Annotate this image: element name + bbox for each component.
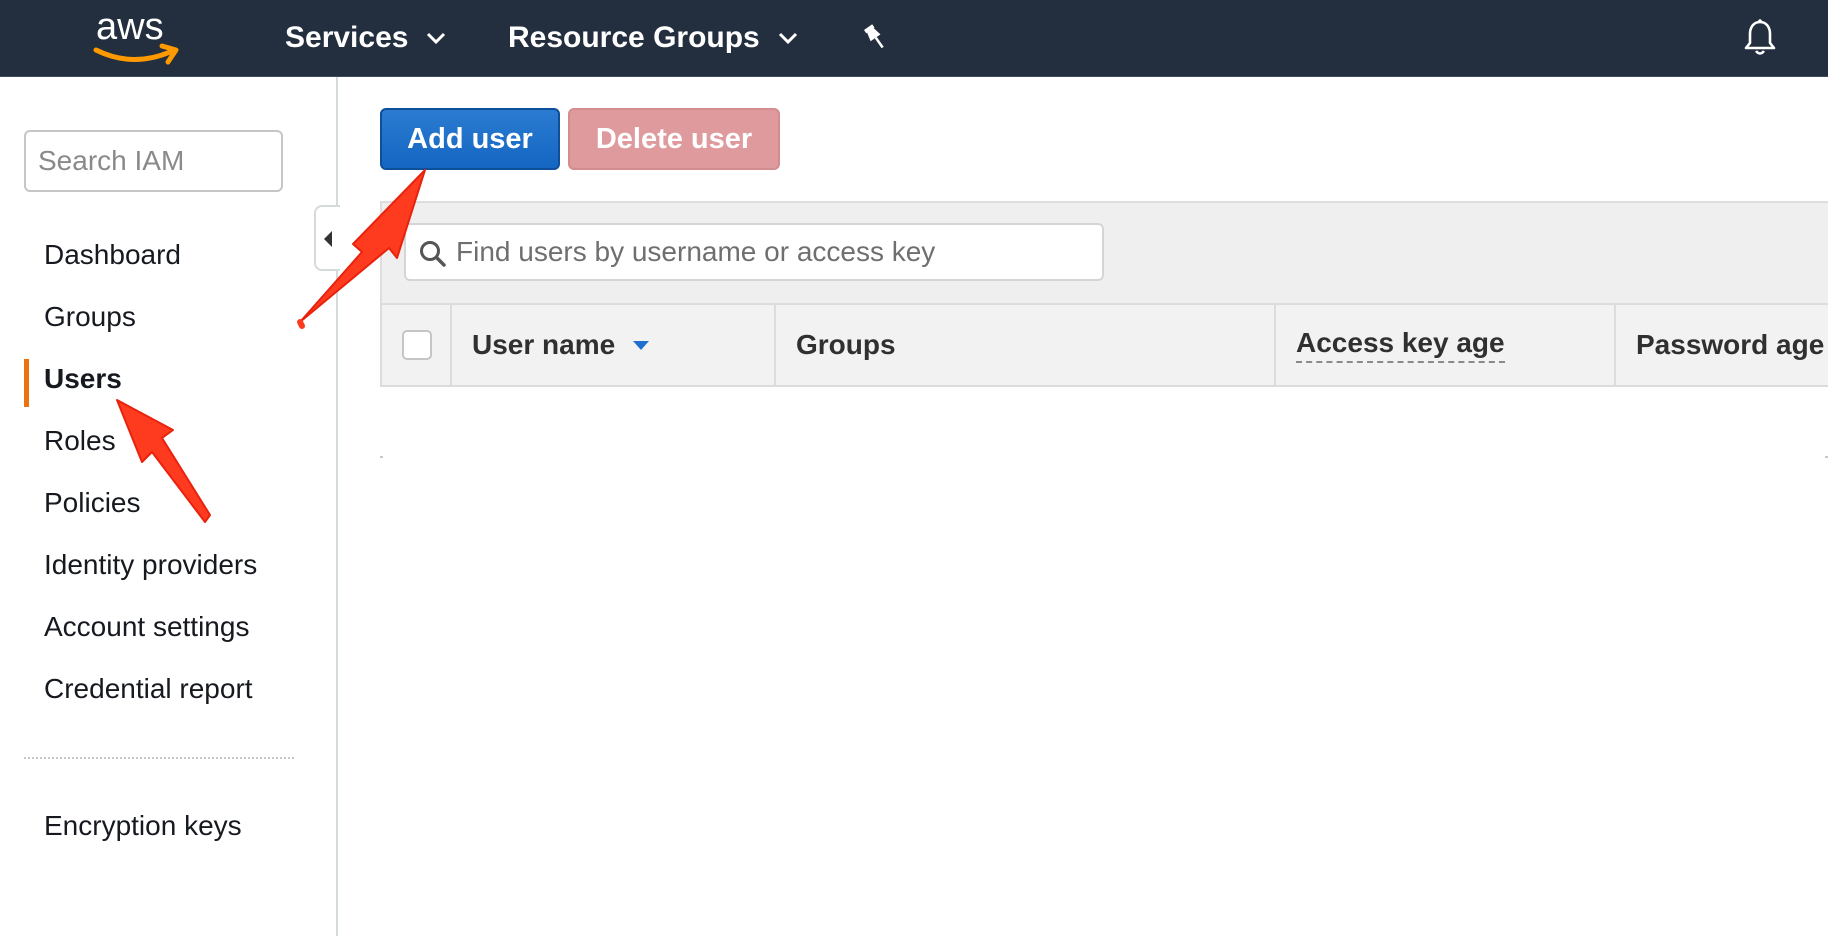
chevron-down-icon (427, 32, 446, 44)
sort-descending-icon (633, 341, 650, 350)
resource-groups-label: Resource Groups (508, 21, 760, 54)
active-item-indicator (24, 359, 29, 407)
table-bottom-edge (380, 456, 383, 458)
resource-groups-menu[interactable]: Resource Groups (508, 16, 798, 60)
add-user-button[interactable]: Add user (380, 108, 560, 170)
aws-logo[interactable]: aws (92, 6, 182, 66)
delete-user-button[interactable]: Delete user (568, 108, 780, 170)
sidebar-item-groups[interactable]: Groups (44, 301, 136, 333)
collapse-sidebar-button[interactable] (314, 205, 340, 271)
sidebar-divider (24, 757, 294, 759)
find-users-box[interactable] (404, 223, 1104, 281)
column-label-user-name: User name (472, 329, 616, 360)
chevron-down-icon (778, 32, 797, 44)
top-navigation-bar: aws Services Resource Groups (0, 0, 1828, 77)
caret-left-icon (324, 231, 332, 247)
column-header-user-name[interactable]: User name (452, 305, 776, 385)
select-all-cell (382, 305, 452, 385)
sidebar-item-dashboard[interactable]: Dashboard (44, 239, 181, 271)
bell-icon[interactable] (1742, 18, 1778, 58)
column-header-access-key-age[interactable]: Access key age (1276, 305, 1616, 385)
search-iam-input[interactable] (24, 130, 283, 192)
services-label: Services (285, 21, 409, 54)
column-header-groups: Groups (776, 305, 1276, 385)
find-users-input[interactable] (456, 231, 1096, 273)
users-table-header: User name Groups Access key age Password… (380, 303, 1828, 387)
sidebar-item-credential-report[interactable]: Credential report (44, 673, 253, 705)
sidebar-item-account-settings[interactable]: Account settings (44, 611, 249, 643)
aws-smile-icon (93, 43, 179, 65)
pin-icon[interactable] (860, 22, 890, 52)
services-menu[interactable]: Services (285, 16, 446, 60)
sidebar-item-encryption-keys[interactable]: Encryption keys (44, 810, 242, 842)
iam-sidebar: Dashboard Groups Users Roles Policies Id… (0, 77, 340, 936)
sidebar-item-users[interactable]: Users (44, 363, 122, 395)
sidebar-item-identity-providers[interactable]: Identity providers (44, 549, 257, 581)
column-label-password-age: Password age (1636, 329, 1825, 360)
sidebar-item-roles[interactable]: Roles (44, 425, 116, 457)
column-label-groups: Groups (796, 329, 896, 360)
sidebar-item-policies[interactable]: Policies (44, 487, 140, 519)
select-all-checkbox[interactable] (402, 330, 432, 360)
search-icon (420, 241, 446, 267)
column-header-password-age[interactable]: Password age (1616, 305, 1828, 385)
column-label-access-key-age: Access key age (1296, 327, 1505, 363)
filter-bar (380, 201, 1828, 303)
